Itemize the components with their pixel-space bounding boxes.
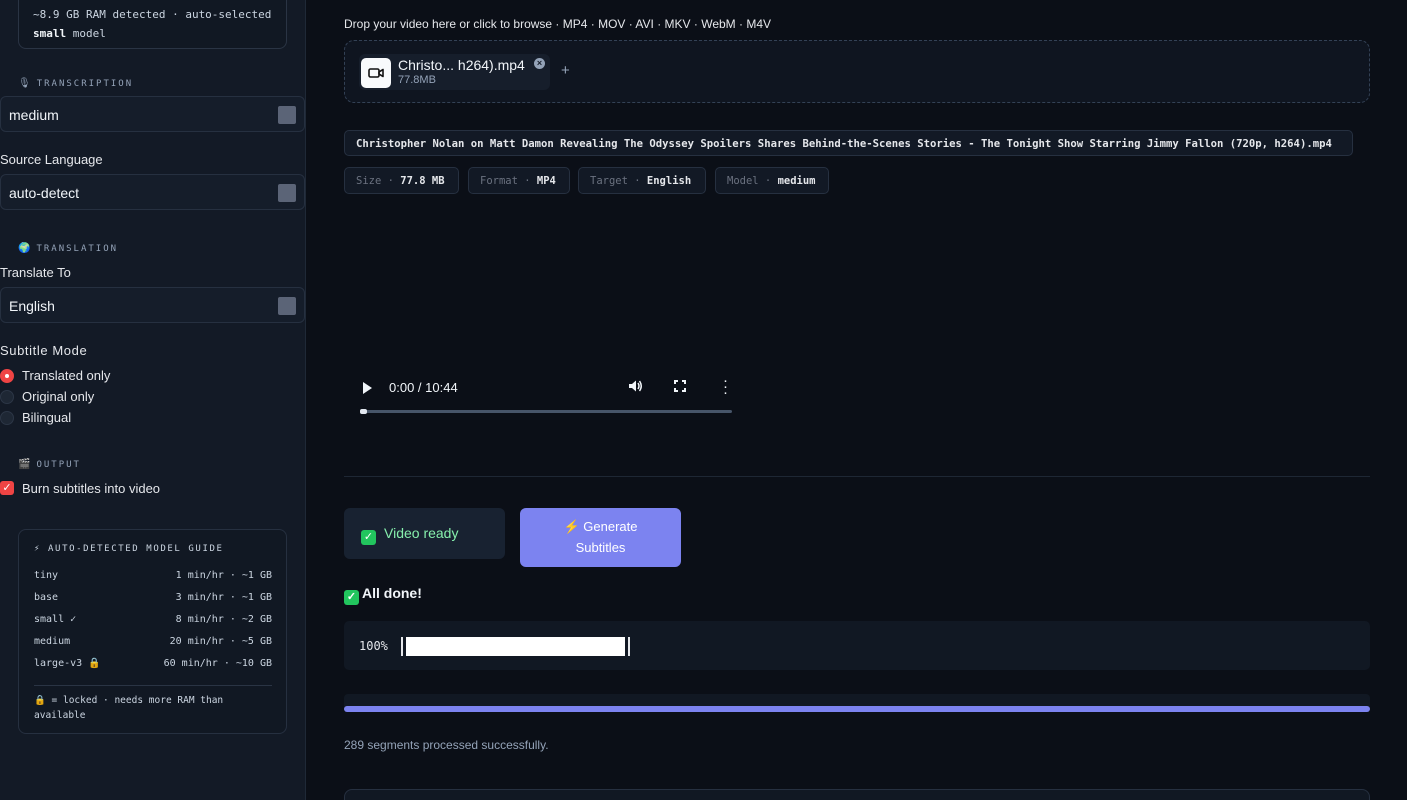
output-panel bbox=[344, 789, 1370, 800]
video-title: Christopher Nolan on Matt Damon Revealin… bbox=[344, 130, 1353, 156]
microphone-icon: 🎙 bbox=[18, 78, 31, 89]
progress-log: 100% bbox=[344, 621, 1370, 670]
generate-subtitles-button[interactable]: ⚡ Generate Subtitles bbox=[520, 508, 681, 567]
video-camera-icon bbox=[361, 58, 391, 88]
source-language-dropdown[interactable]: auto-detect bbox=[0, 174, 305, 210]
text-progress-fill bbox=[406, 637, 625, 656]
video-player[interactable]: 0:00 / 10:44 · · · bbox=[344, 370, 744, 420]
check-icon: ✓ bbox=[361, 530, 376, 545]
clapper-icon: 🎬 bbox=[18, 459, 31, 470]
add-file-icon[interactable]: + bbox=[561, 62, 570, 79]
dropdown-arrow-icon bbox=[278, 184, 296, 202]
all-done-message: ✓ All done! bbox=[344, 585, 422, 605]
volume-icon[interactable] bbox=[627, 378, 643, 397]
dropdown-arrow-icon bbox=[278, 106, 296, 124]
text-progress-bar bbox=[401, 637, 630, 656]
playback-time: 0:00 / 10:44 bbox=[389, 380, 458, 395]
model-guide-title: ⚡ AUTO-DETECTED MODEL GUIDE bbox=[34, 544, 224, 554]
section-divider bbox=[344, 476, 1370, 477]
ram-info-box: ~8.9 GB RAM detected · auto-selected sma… bbox=[18, 0, 287, 49]
video-ready-status: ✓ Video ready bbox=[344, 508, 505, 559]
target-tag: Target · English bbox=[578, 167, 706, 194]
remove-file-icon[interactable]: × bbox=[534, 58, 545, 69]
guide-note: 🔒 = locked · needs more RAM than availab… bbox=[34, 695, 224, 721]
upload-label: Drop your video here or click to browse … bbox=[344, 17, 772, 31]
play-icon[interactable] bbox=[363, 382, 372, 394]
format-tag: Format · MP4 bbox=[468, 167, 570, 194]
guide-row: small ✓ 8 min/hr · ~2 GB bbox=[34, 614, 272, 625]
output-heading: 🎬 OUTPUT bbox=[18, 459, 81, 470]
radio-button[interactable] bbox=[0, 390, 14, 404]
sidebar: ~8.9 GB RAM detected · auto-selected sma… bbox=[0, 0, 306, 800]
size-tag: Size · 77.8 MB bbox=[344, 167, 459, 194]
file-name: Christo... h264).mp4 bbox=[398, 57, 525, 73]
burn-subtitles-checkbox[interactable]: ✓ bbox=[0, 481, 14, 495]
radio-button[interactable] bbox=[0, 369, 14, 383]
globe-icon: 🌍 bbox=[18, 243, 31, 254]
fullscreen-icon[interactable] bbox=[673, 379, 687, 393]
file-size: 77.8MB bbox=[398, 74, 436, 86]
ram-selected-model: small bbox=[33, 27, 67, 40]
radio-button[interactable] bbox=[0, 411, 14, 425]
transcription-heading: 🎙 TRANSCRIPTION bbox=[18, 78, 134, 89]
seek-bar[interactable] bbox=[360, 409, 732, 414]
check-icon: ✓ bbox=[344, 590, 359, 605]
guide-row: medium 20 min/hr · ~5 GB bbox=[34, 636, 272, 647]
translate-to-label: Translate To bbox=[0, 265, 71, 280]
translate-to-dropdown[interactable]: English bbox=[0, 287, 305, 323]
guide-row: tiny 1 min/hr · ~1 GB bbox=[34, 570, 272, 581]
progress-percent: 100% bbox=[359, 639, 388, 653]
source-language-label: Source Language bbox=[0, 152, 103, 167]
model-guide-box: ⚡ AUTO-DETECTED MODEL GUIDE tiny 1 min/hr… bbox=[18, 529, 287, 734]
translation-heading: 🌍 TRANSLATION bbox=[18, 243, 119, 254]
segments-status: 289 segments processed successfully. bbox=[344, 738, 549, 752]
guide-divider bbox=[34, 685, 272, 686]
dropdown-arrow-icon bbox=[278, 297, 296, 315]
uploaded-file-chip[interactable]: Christo... h264).mp4 77.8MB × bbox=[359, 54, 550, 90]
more-options-icon[interactable]: · · · bbox=[723, 373, 728, 400]
progress-track bbox=[344, 694, 1370, 712]
model-dropdown[interactable]: medium bbox=[0, 96, 305, 132]
subtitle-mode-label: Subtitle Mode bbox=[0, 343, 88, 358]
guide-row: large-v3 🔒 60 min/hr · ~10 GB bbox=[34, 658, 272, 669]
model-tag: Model · medium bbox=[715, 167, 829, 194]
guide-row: base 3 min/hr · ~1 GB bbox=[34, 592, 272, 603]
burn-subtitles-label: Burn subtitles into video bbox=[22, 481, 161, 496]
ram-detected-text: ~8.9 GB RAM detected · auto-selected bbox=[33, 8, 272, 21]
progress-fill bbox=[344, 706, 1370, 712]
